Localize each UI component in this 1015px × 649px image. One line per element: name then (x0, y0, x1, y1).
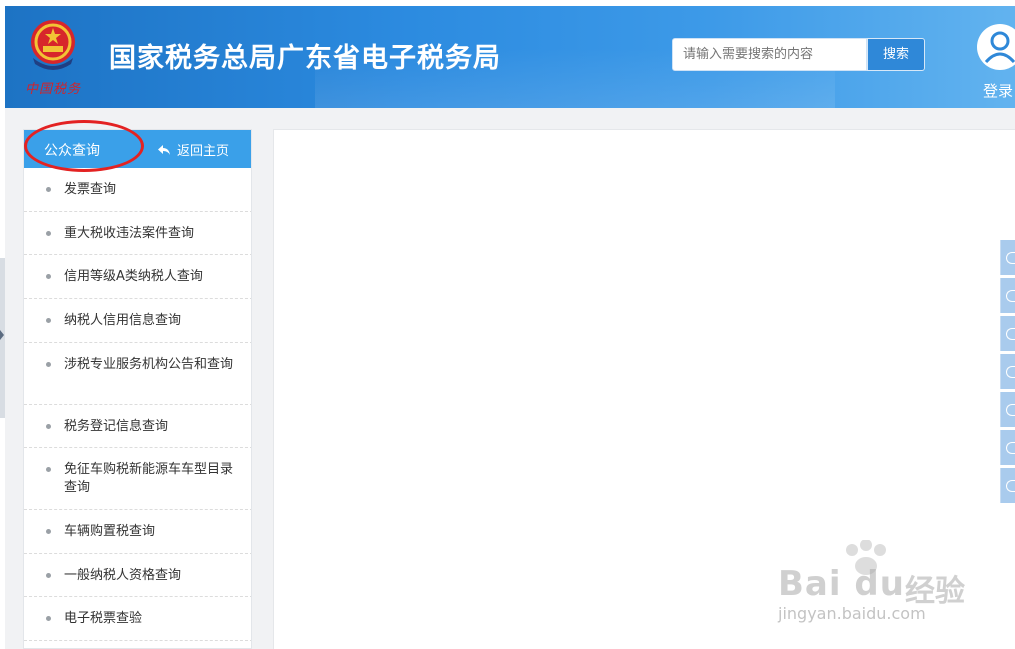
sidebar-item-credit-a-query[interactable]: 信用等级A类纳税人查询 (24, 255, 251, 299)
bullet-icon (46, 529, 51, 534)
back-arrow-icon (158, 144, 170, 155)
sidebar-item-nev-catalog-query[interactable]: 免征车购税新能源车车型目录查询 (24, 448, 251, 510)
sidebar-header: 公众查询 返回主页 (24, 130, 251, 168)
sidebar-item-invoice-query[interactable]: 发票查询 (24, 168, 251, 212)
sidebar-item-vehicle-tax-query[interactable]: 车辆购置税查询 (24, 510, 251, 554)
sidebar-item-label: 车辆购置税查询 (64, 524, 156, 539)
bullet-icon (46, 362, 51, 367)
sidebar-collapse-handle[interactable] (0, 258, 5, 418)
sidebar-item-label: 免征车购税新能源车车型目录查询 (64, 462, 234, 495)
bullet-icon (46, 616, 51, 621)
bullet-icon (46, 274, 51, 279)
bullet-icon (46, 467, 51, 472)
tool-glyph-icon (1006, 251, 1015, 264)
sidebar-item-label: 一般纳税人资格查询 (64, 568, 182, 583)
tool-glyph-icon (1006, 289, 1015, 302)
sidebar-item-label: 纳税人信用信息查询 (64, 313, 182, 328)
chevron-right-icon (0, 330, 4, 340)
bullet-icon (46, 187, 51, 192)
sidebar-item-general-taxpayer-query[interactable]: 一般纳税人资格查询 (24, 554, 251, 597)
chevron-up-icon (1006, 479, 1015, 492)
bullet-icon (46, 318, 51, 323)
search-input[interactable] (672, 38, 867, 71)
tool-icon[interactable] (1000, 430, 1015, 465)
scroll-up-icon[interactable] (1000, 468, 1015, 503)
tool-icon[interactable] (1000, 278, 1015, 313)
sidebar-item-tax-agency-query[interactable]: 涉税专业服务机构公告和查询 (24, 343, 251, 405)
right-toolbar (1000, 240, 1015, 506)
bullet-icon (46, 573, 51, 578)
tool-icon[interactable] (1000, 392, 1015, 427)
tool-icon[interactable] (1000, 316, 1015, 351)
tool-glyph-icon (1006, 327, 1015, 340)
site-title: 国家税务总局广东省电子税务局 (109, 43, 501, 74)
sidebar-item-label: 重大税收违法案件查询 (64, 226, 195, 241)
back-home-label: 返回主页 (177, 144, 230, 159)
emblem-caption: 中国税务 (25, 82, 82, 97)
search-button[interactable]: 搜索 (867, 38, 925, 71)
sidebar-item-e-tax-receipt-verify[interactable]: 电子税票查验 (24, 597, 251, 641)
sidebar-item-label: 涉税专业服务机构公告和查询 (64, 357, 234, 372)
tool-icon[interactable] (1000, 240, 1015, 275)
sidebar: 公众查询 返回主页 发票查询 重大税收违法案件查询 信用等级A类纳税人查询 纳税… (23, 129, 252, 649)
tool-glyph-icon (1006, 365, 1015, 378)
sidebar-item-label: 电子税票查验 (64, 611, 143, 626)
sidebar-item-registration-query[interactable]: 税务登记信息查询 (24, 405, 251, 448)
national-emblem-icon (31, 20, 75, 70)
sidebar-title[interactable]: 公众查询 (44, 140, 100, 160)
sidebar-item-label: 发票查询 (64, 182, 117, 197)
bullet-icon (46, 424, 51, 429)
user-avatar-icon[interactable] (977, 24, 1015, 70)
back-home-link[interactable]: 返回主页 (157, 140, 229, 159)
tool-glyph-icon (1006, 403, 1015, 416)
site-header: 中国税务 国家税务总局广东省电子税务局 搜索 登录 (5, 6, 1015, 108)
tool-glyph-icon (1006, 441, 1015, 454)
sidebar-nav: 发票查询 重大税收违法案件查询 信用等级A类纳税人查询 纳税人信用信息查询 涉税… (24, 168, 251, 641)
sidebar-item-major-violation-query[interactable]: 重大税收违法案件查询 (24, 212, 251, 255)
bullet-icon (46, 231, 51, 236)
sidebar-item-credit-info-query[interactable]: 纳税人信用信息查询 (24, 299, 251, 343)
sidebar-item-label: 税务登记信息查询 (64, 419, 169, 434)
sidebar-item-label: 信用等级A类纳税人查询 (64, 269, 203, 284)
login-link[interactable]: 登录 (983, 80, 1013, 101)
tool-icon[interactable] (1000, 354, 1015, 389)
main-content-panel (273, 129, 1015, 649)
